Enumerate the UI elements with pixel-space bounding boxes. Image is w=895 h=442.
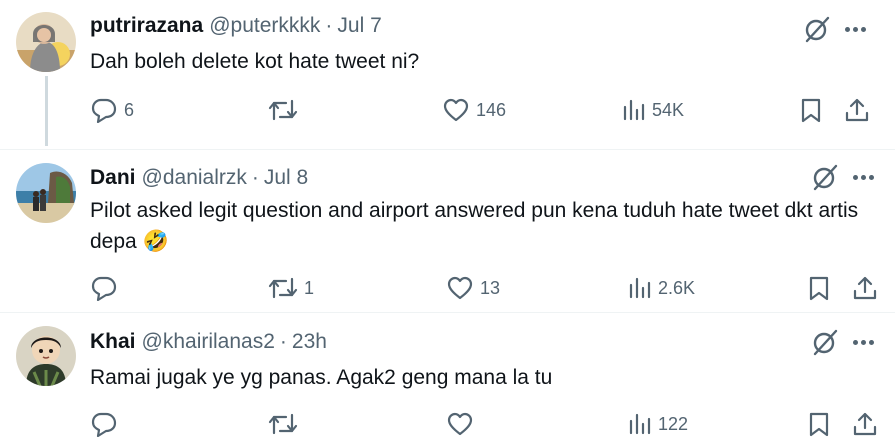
like-icon: [447, 412, 473, 436]
tweet-text: Pilot asked legit question and airport a…: [90, 199, 859, 253]
avatar-image: [16, 12, 76, 72]
share-button[interactable]: [852, 411, 878, 437]
like-count: 13: [480, 277, 501, 298]
bookmark-icon: [801, 98, 821, 123]
views-icon: [623, 99, 645, 121]
like-icon: [443, 98, 469, 122]
tweet-header: Khai @khairilanas2 · 23h: [90, 330, 327, 354]
more-icon: [852, 174, 858, 180]
share-icon: [853, 276, 877, 300]
tweet-3[interactable]: Khai @khairilanas2 · 23h Ramai jugak ye …: [0, 313, 895, 442]
handle[interactable]: @danialrzk: [142, 166, 247, 190]
repost-button[interactable]: [268, 411, 304, 437]
repost-button[interactable]: [268, 97, 304, 123]
like-icon: [447, 276, 473, 300]
like-button[interactable]: [446, 411, 480, 437]
repost-button[interactable]: 1: [268, 275, 314, 301]
views-button[interactable]: 2.6K: [628, 275, 695, 301]
tweet-text: Ramai jugak ye yg panas. Agak2 geng mana…: [90, 366, 553, 389]
views-count: 122: [658, 413, 689, 434]
like-button[interactable]: 13: [446, 275, 500, 301]
grok-icon: [805, 16, 830, 43]
display-name[interactable]: Khai: [90, 330, 136, 354]
reply-icon: [91, 276, 117, 301]
grok-button[interactable]: [810, 162, 840, 192]
handle[interactable]: @puterkkkk: [209, 14, 320, 38]
repost-icon: [268, 413, 298, 435]
share-button[interactable]: [852, 275, 878, 301]
grok-icon: [813, 329, 838, 356]
avatar-image: [16, 163, 76, 223]
like-count: 146: [476, 99, 507, 120]
tweet-1[interactable]: putrirazana @puterkkkk · Jul 7 Dah boleh…: [0, 0, 895, 150]
reply-button[interactable]: [90, 275, 124, 301]
tweet-header: Dani @danialrzk · Jul 8: [90, 166, 308, 190]
share-icon: [845, 98, 869, 122]
bookmark-button[interactable]: [808, 275, 830, 301]
avatar[interactable]: [16, 12, 76, 72]
views-icon: [629, 413, 651, 435]
repost-icon: [268, 277, 298, 299]
reply-icon: [91, 412, 117, 437]
bookmark-icon: [809, 412, 829, 437]
views-count: 54K: [652, 99, 685, 120]
views-button[interactable]: 122: [628, 411, 688, 437]
reply-button[interactable]: 6: [90, 97, 134, 123]
reply-count: 6: [124, 99, 135, 120]
avatar[interactable]: [16, 163, 76, 223]
timestamp[interactable]: Jul 8: [264, 166, 308, 190]
grok-button[interactable]: [810, 327, 840, 357]
more-icon: [852, 339, 858, 345]
handle[interactable]: @khairilanas2: [142, 330, 275, 354]
separator: ·: [279, 330, 287, 353]
more-button[interactable]: [840, 14, 870, 44]
thread-line: [45, 76, 48, 146]
views-button[interactable]: 54K: [622, 97, 684, 123]
separator: ·: [325, 14, 333, 37]
grok-icon: [813, 164, 838, 191]
views-icon: [629, 277, 651, 299]
bookmark-button[interactable]: [808, 411, 830, 437]
more-icon: [844, 26, 850, 32]
tweet-2[interactable]: Dani @danialrzk · Jul 8 Pilot asked legi…: [0, 150, 895, 312]
more-button[interactable]: [848, 327, 878, 357]
tweet-header: putrirazana @puterkkkk · Jul 7: [90, 14, 382, 38]
avatar-image: [16, 326, 76, 386]
grok-button[interactable]: [802, 14, 832, 44]
views-count: 2.6K: [658, 277, 696, 298]
share-icon: [853, 412, 877, 436]
repost-count: 1: [304, 277, 315, 298]
separator: ·: [251, 166, 259, 189]
repost-icon: [268, 99, 298, 121]
bookmark-icon: [809, 276, 829, 301]
bookmark-button[interactable]: [800, 97, 822, 123]
reply-button[interactable]: [90, 411, 124, 437]
timestamp[interactable]: 23h: [292, 330, 327, 354]
avatar[interactable]: [16, 326, 76, 386]
more-button[interactable]: [848, 162, 878, 192]
display-name[interactable]: putrirazana: [90, 14, 203, 38]
timestamp[interactable]: Jul 7: [337, 14, 381, 38]
share-button[interactable]: [844, 97, 870, 123]
tweet-text: Dah boleh delete kot hate tweet ni?: [90, 50, 420, 73]
display-name[interactable]: Dani: [90, 166, 136, 190]
like-button[interactable]: 146: [442, 97, 506, 123]
reply-icon: [91, 98, 117, 123]
